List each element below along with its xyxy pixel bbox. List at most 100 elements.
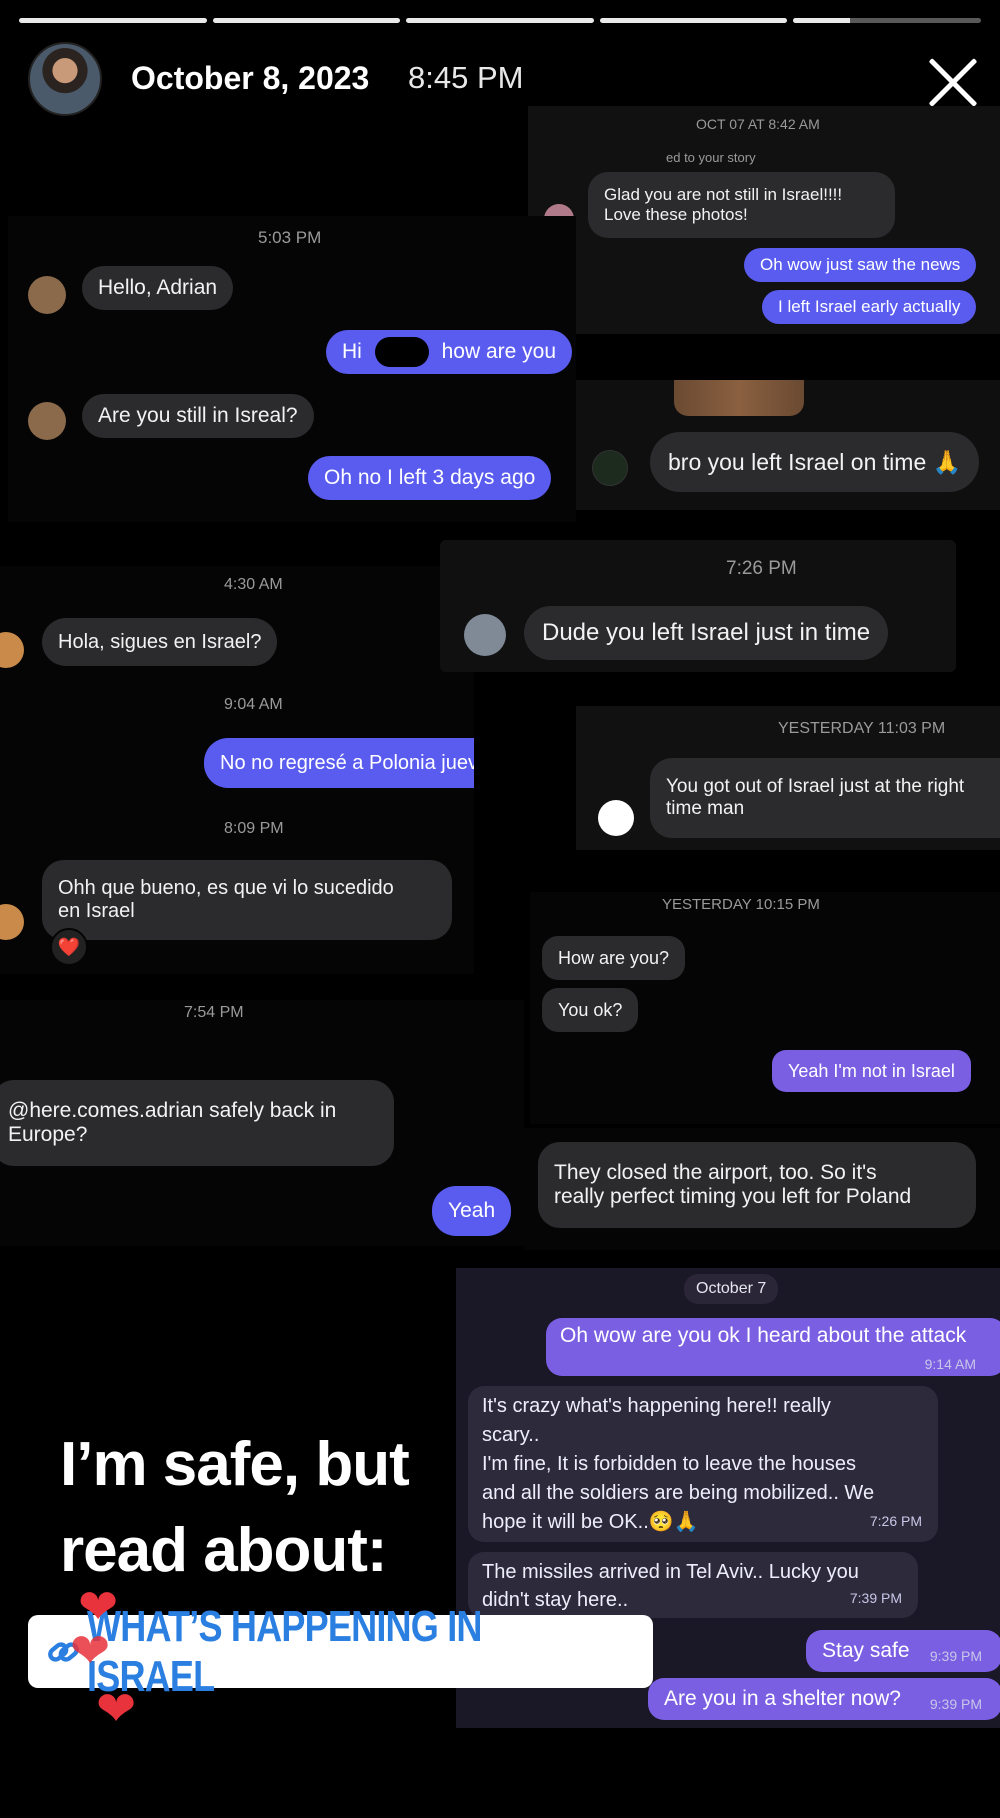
message-bubble: Oh wow just saw the news bbox=[744, 248, 977, 282]
date-chip: October 7 bbox=[684, 1274, 779, 1304]
message-text: You got out of Israel just at the right bbox=[666, 776, 965, 797]
message-text: scary.. bbox=[482, 1424, 540, 1446]
reply-note: ed to your story bbox=[666, 150, 756, 165]
message-bubble: Oh wow are you ok I heard about the atta… bbox=[546, 1318, 1000, 1376]
sender-avatar bbox=[28, 402, 66, 440]
screenshot-panel-c: bro you left Israel on time 🙏 bbox=[576, 380, 1000, 510]
progress-segment bbox=[406, 18, 594, 23]
screenshot-panel-g: YESTERDAY 10:15 PM How are you? You ok? … bbox=[530, 892, 1000, 1124]
message-bubble: Stay safe 9:39 PM bbox=[806, 1630, 1000, 1672]
progress-fill bbox=[599, 18, 788, 23]
message-text: how are you bbox=[441, 340, 556, 363]
screenshot-panel-f: YESTERDAY 11:03 PM You got out of Israel… bbox=[576, 706, 1000, 850]
message-time: 7:39 PM bbox=[849, 1590, 902, 1606]
message-time: 9:39 PM bbox=[929, 1696, 982, 1712]
message-bubble: Dude you left Israel just in time bbox=[524, 606, 889, 660]
timestamp: YESTERDAY 10:15 PM bbox=[662, 896, 820, 913]
screenshot-panel-a: OCT 07 AT 8:42 AM ed to your story Glad … bbox=[528, 106, 1000, 334]
heart-icon: ❤ bbox=[96, 1683, 137, 1736]
message-text: really perfect timing you left for Polan… bbox=[554, 1185, 912, 1208]
message-text: hope it will be OK..🥺🙏 bbox=[482, 1511, 699, 1533]
link-sticker-label: WHAT’S HAPPENING IN ISRAEL bbox=[86, 1601, 482, 1701]
link-sticker[interactable]: WHAT’S HAPPENING IN ISRAEL bbox=[28, 1602, 653, 1701]
progress-fill bbox=[406, 18, 594, 23]
timestamp: 8:09 PM bbox=[224, 820, 284, 837]
heart-reaction: ❤️ bbox=[50, 928, 88, 966]
photo-thumbnail bbox=[674, 380, 804, 416]
message-text: Oh wow are you ok I heard about the atta… bbox=[560, 1324, 967, 1347]
message-bubble: Oh no I left 3 days ago bbox=[308, 456, 552, 500]
message-bubble: Hello, Adrian bbox=[82, 266, 234, 310]
message-time: 7:26 PM bbox=[869, 1513, 922, 1529]
story-progress-bar bbox=[19, 18, 981, 23]
timestamp: 7:26 PM bbox=[726, 558, 797, 579]
story-date: October 8, 2023 bbox=[131, 60, 370, 96]
sender-avatar bbox=[0, 904, 24, 940]
screenshot-panel-h: 7:54 PM @here.comes.adrian safely back i… bbox=[0, 1000, 524, 1246]
timestamp: 9:04 AM bbox=[224, 696, 283, 713]
progress-fill bbox=[19, 18, 207, 23]
message-bubble: Are you still in Isreal? bbox=[82, 394, 314, 438]
heart-icon: ❤ bbox=[70, 1625, 111, 1678]
timestamp: OCT 07 AT 8:42 AM bbox=[696, 116, 820, 132]
message-bubble: I left Israel early actually bbox=[762, 290, 977, 324]
message-text: time man bbox=[666, 798, 745, 819]
progress-segment bbox=[793, 18, 981, 23]
message-text: Glad you are not still in Israel!!!! bbox=[604, 185, 843, 204]
timestamp: 5:03 PM bbox=[258, 228, 322, 247]
message-bubble: It's crazy what's happening here!! reall… bbox=[468, 1386, 938, 1542]
caption-line-2: read about: bbox=[60, 1516, 388, 1585]
timestamp: 4:30 AM bbox=[224, 576, 283, 593]
message-text: and all the soldiers are being mobilized… bbox=[482, 1482, 875, 1504]
message-text: Ohh que bueno, es que vi lo sucedido bbox=[58, 877, 394, 899]
message-bubble: @here.comes.adrian safely back in Europe… bbox=[0, 1080, 394, 1166]
message-text: Europe? bbox=[8, 1123, 88, 1146]
screenshot-panel-i: They closed the airport, too. So it's re… bbox=[524, 1128, 1000, 1250]
progress-segment bbox=[599, 18, 788, 23]
screenshot-panel-d: 4:30 AM Hola, sigues en Israel? 9:04 AM … bbox=[0, 566, 474, 974]
message-bubble: You ok? bbox=[542, 988, 639, 1032]
message-text: It's crazy what's happening here!! reall… bbox=[482, 1395, 831, 1417]
progress-fill bbox=[212, 18, 401, 23]
message-bubble: Are you in a shelter now? 9:39 PM bbox=[648, 1678, 1000, 1720]
sender-avatar bbox=[28, 276, 66, 314]
message-bubble: Glad you are not still in Israel!!!! Lov… bbox=[588, 172, 895, 238]
avatar[interactable] bbox=[28, 42, 102, 116]
progress-segment bbox=[19, 18, 207, 23]
sender-avatar bbox=[592, 450, 628, 486]
message-text: They closed the airport, too. So it's bbox=[554, 1161, 877, 1184]
sender-avatar bbox=[598, 800, 634, 836]
timestamp: 7:54 PM bbox=[184, 1004, 244, 1021]
message-text: The missiles arrived in Tel Aviv.. Lucky… bbox=[482, 1561, 859, 1583]
message-text: I'm fine, It is forbidden to leave the h… bbox=[482, 1453, 857, 1475]
message-text: en Israel bbox=[58, 900, 135, 922]
timestamp: YESTERDAY 11:03 PM bbox=[778, 720, 946, 737]
message-bubble: Hi how are you bbox=[326, 330, 572, 374]
story-time: 8:45 PM bbox=[408, 60, 524, 95]
close-icon[interactable] bbox=[925, 54, 981, 110]
message-text: Hi bbox=[342, 340, 362, 363]
message-text: Stay safe bbox=[822, 1639, 910, 1662]
message-time: 9:39 PM bbox=[929, 1648, 982, 1664]
message-text: Love these photos! bbox=[604, 205, 748, 224]
redaction-mark bbox=[374, 337, 429, 367]
message-bubble: Ohh que bueno, es que vi lo sucedido en … bbox=[42, 860, 452, 940]
progress-fill bbox=[793, 18, 850, 23]
caption-line-1: I’m safe, but bbox=[60, 1430, 410, 1499]
sender-avatar bbox=[464, 614, 506, 656]
message-bubble: You got out of Israel just at the right … bbox=[650, 758, 1000, 838]
message-bubble: Yeah bbox=[432, 1186, 512, 1236]
screenshot-panel-e: 7:26 PM Dude you left Israel just in tim… bbox=[440, 540, 956, 672]
message-bubble: Hola, sigues en Israel? bbox=[42, 618, 278, 666]
screenshot-panel-b: 5:03 PM Hello, Adrian Hi how are you Are… bbox=[8, 216, 576, 522]
message-bubble: No no regresé a Polonia jueves bbox=[204, 738, 474, 788]
message-text: Are you in a shelter now? bbox=[664, 1687, 901, 1710]
message-bubble: Yeah I'm not in Israel bbox=[772, 1050, 971, 1092]
message-time: 9:14 AM bbox=[924, 1356, 976, 1372]
sender-avatar bbox=[0, 632, 24, 668]
message-bubble: bro you left Israel on time 🙏 bbox=[650, 432, 980, 492]
progress-segment bbox=[212, 18, 401, 23]
message-bubble: How are you? bbox=[542, 936, 686, 980]
message-bubble: They closed the airport, too. So it's re… bbox=[538, 1142, 976, 1228]
message-text: @here.comes.adrian safely back in bbox=[8, 1099, 337, 1122]
